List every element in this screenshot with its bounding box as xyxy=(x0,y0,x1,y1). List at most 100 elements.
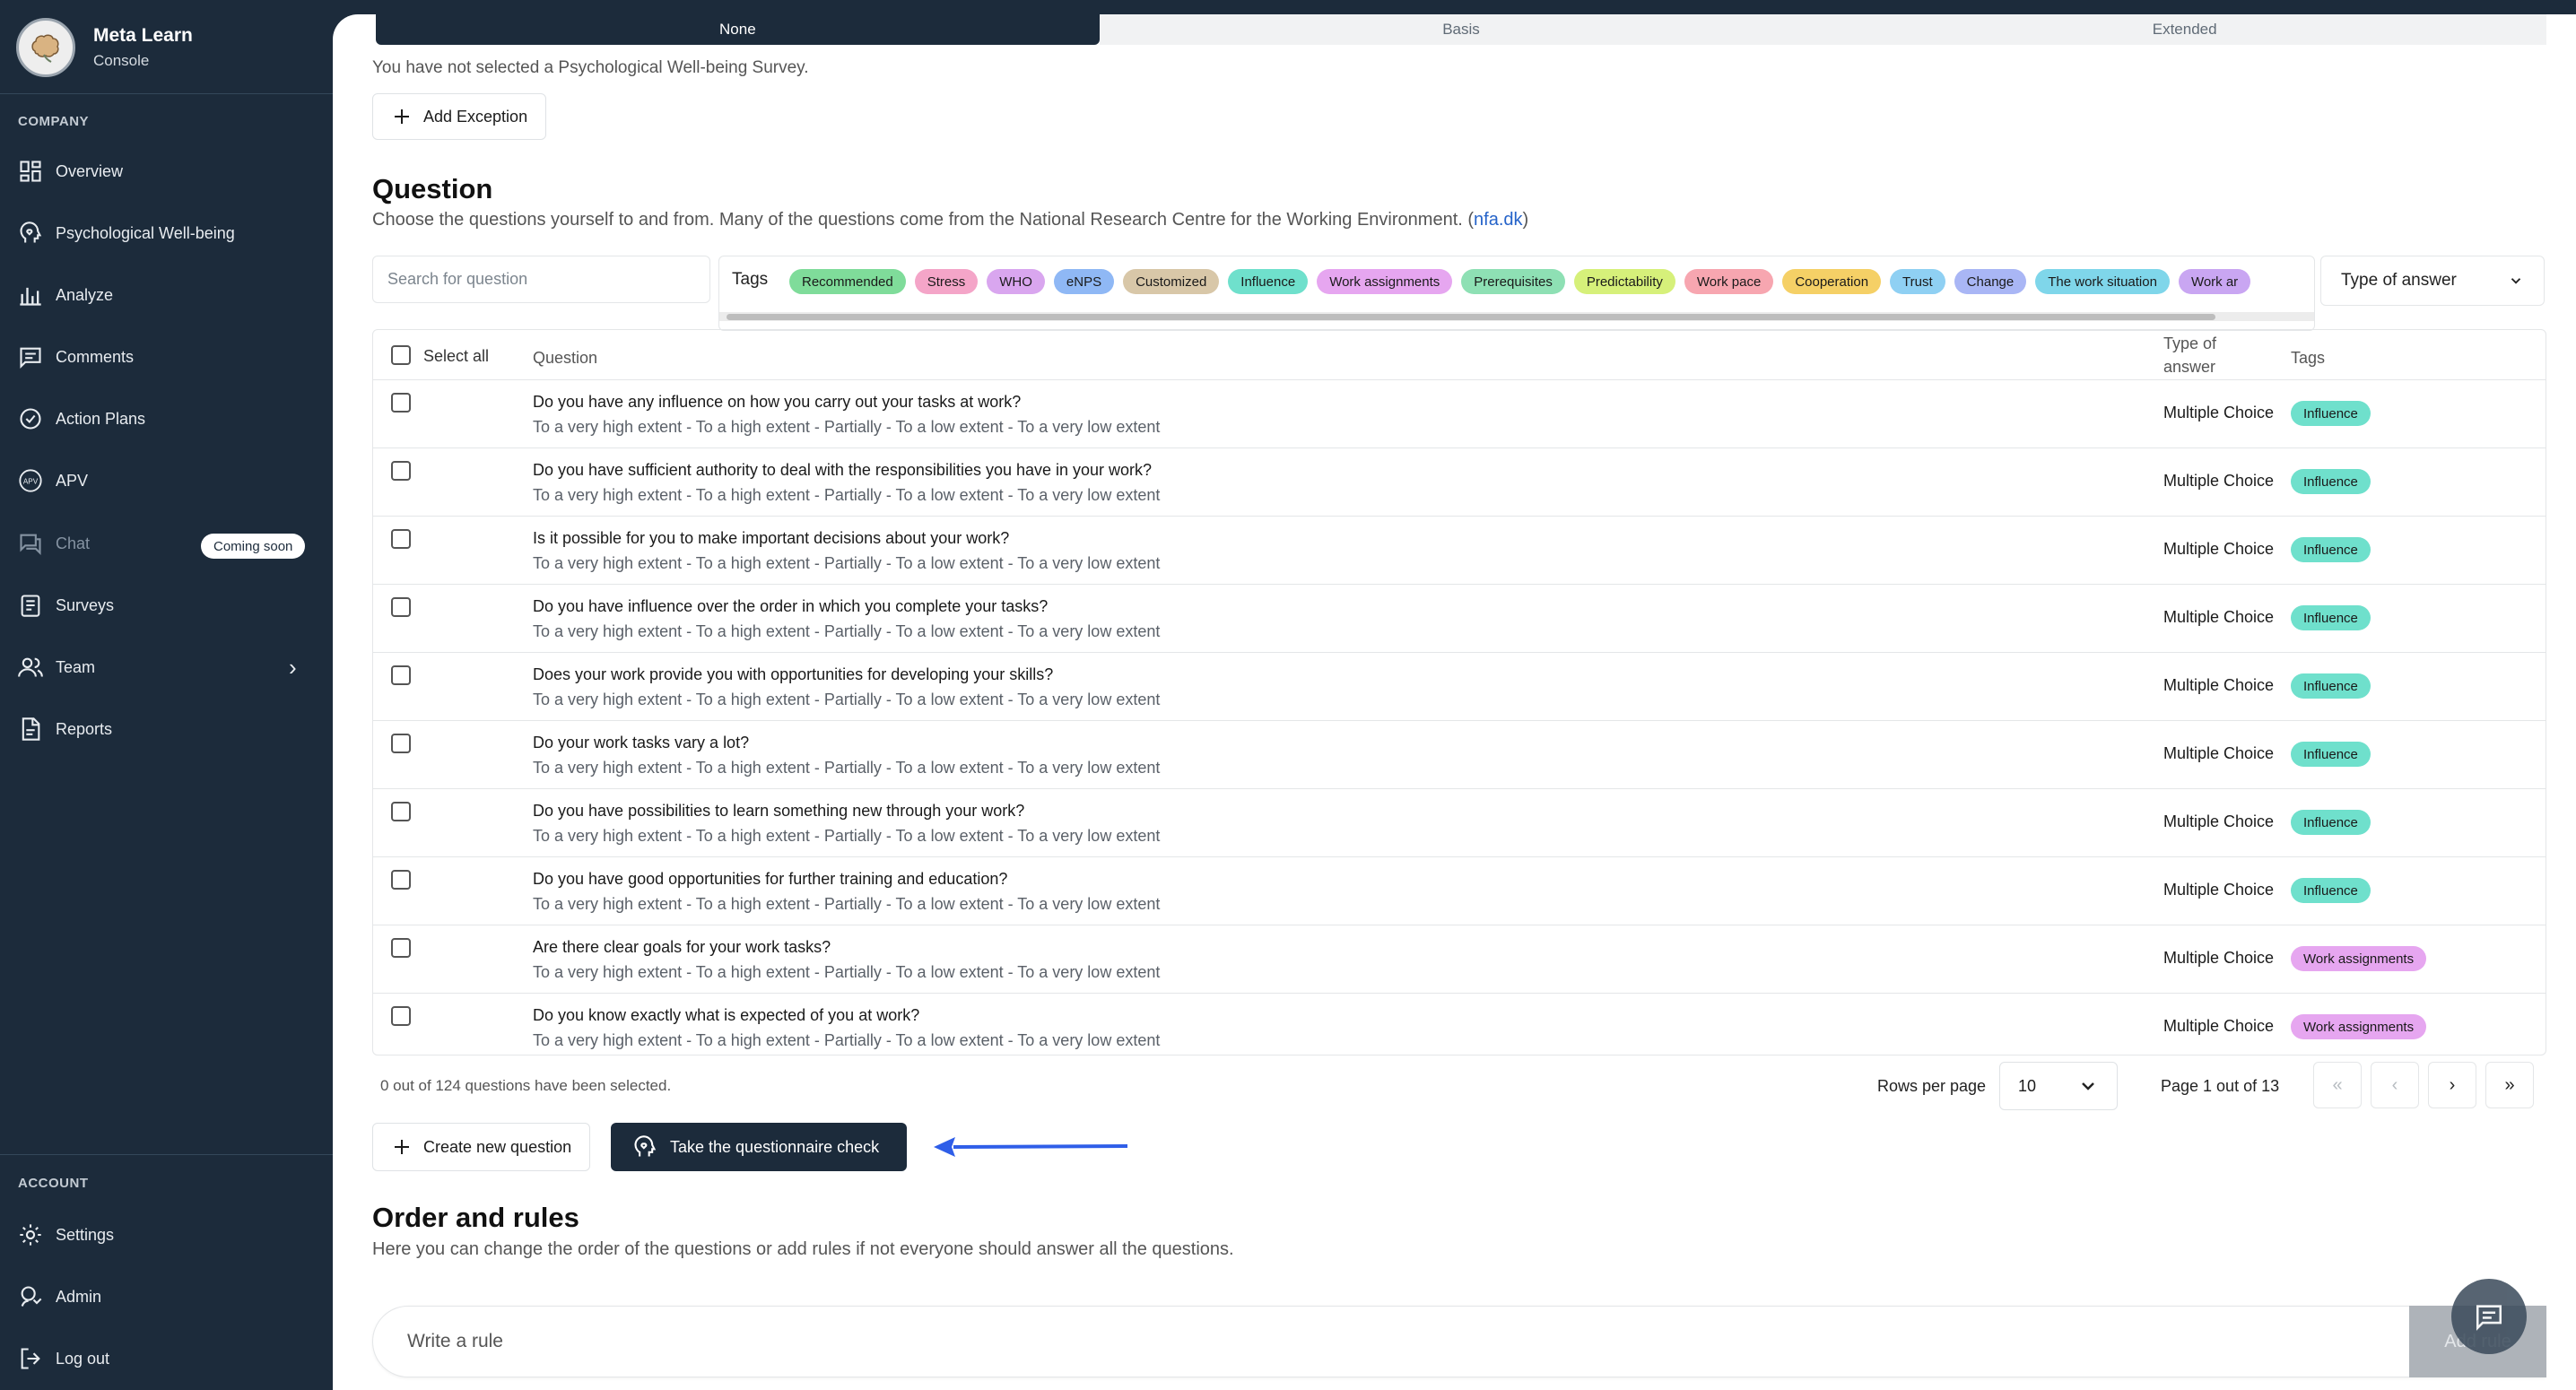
answer-type: Multiple Choice xyxy=(2163,744,2275,762)
survey-option-none[interactable]: None xyxy=(376,14,1100,45)
tag-filter-chip[interactable]: Customized xyxy=(1123,269,1220,294)
create-question-button[interactable]: Create new question xyxy=(372,1123,591,1171)
chevron-down-icon xyxy=(2082,1082,2094,1090)
question-text: Do you know exactly what is expected of … xyxy=(533,1006,920,1024)
row-checkbox[interactable] xyxy=(391,802,411,821)
sidebar-item-team[interactable]: Team › xyxy=(18,649,314,685)
table-header: Select all Question Type of answer Tags xyxy=(373,330,2546,380)
tag-filter-chip[interactable]: Trust xyxy=(1890,269,1945,294)
table-row[interactable]: Do your work tasks vary a lot? To a very … xyxy=(373,721,2546,789)
sidebar-item-reports[interactable]: Reports xyxy=(18,711,314,747)
rows-per-page-select[interactable]: 10 xyxy=(1999,1062,2118,1110)
company-section-label: COMPANY xyxy=(18,114,90,129)
answer-options: To a very high extent - To a high extent… xyxy=(533,486,1161,504)
tag-filter-chip[interactable]: Work ar xyxy=(2178,269,2251,294)
tag-filter-chip[interactable]: Prerequisites xyxy=(1461,269,1565,294)
row-checkbox[interactable] xyxy=(391,461,411,481)
row-checkbox[interactable] xyxy=(391,938,411,958)
table-row[interactable]: Do you have good opportunities for furth… xyxy=(373,857,2546,925)
sidebar-item-surveys[interactable]: Surveys xyxy=(18,587,314,623)
sidebar-item-overview[interactable]: Overview xyxy=(18,153,314,189)
select-all-checkbox[interactable] xyxy=(391,345,411,365)
row-checkbox[interactable] xyxy=(391,1006,411,1026)
sidebar-item-analyze[interactable]: Analyze xyxy=(18,277,314,313)
svg-text:APV: APV xyxy=(23,478,39,486)
type-of-answer-column-header: Type of answer xyxy=(2163,334,2217,376)
add-exception-button[interactable]: Add Exception xyxy=(372,93,547,140)
next-page-button[interactable]: › xyxy=(2428,1062,2476,1108)
row-tag: Influence xyxy=(2291,401,2371,426)
type-of-answer-select[interactable]: Type of answer xyxy=(2320,256,2545,306)
question-text: Do you have influence over the order in … xyxy=(533,597,1049,615)
questionnaire-check-button[interactable]: Take the questionnaire check xyxy=(611,1123,907,1171)
tag-filter-chip[interactable]: eNPS xyxy=(1053,269,1115,294)
search-question-input[interactable]: Search for question xyxy=(372,256,710,303)
nfa-link[interactable]: nfa.dk xyxy=(1474,210,1522,230)
table-row[interactable]: Do you know exactly what is expected of … xyxy=(373,994,2546,1055)
tag-filter-chip[interactable]: Stress xyxy=(914,269,979,294)
row-checkbox[interactable] xyxy=(391,870,411,890)
tag-filter-chip[interactable]: Work assignments xyxy=(1317,269,1453,294)
sidebar-item-settings[interactable]: Settings xyxy=(18,1217,314,1253)
table-row[interactable]: Do you have influence over the order in … xyxy=(373,585,2546,653)
question-section-title: Question xyxy=(372,173,493,204)
answer-options: To a very high extent - To a high extent… xyxy=(533,759,1161,777)
tags-column-header: Tags xyxy=(2291,349,2326,367)
selected-count: 0 out of 124 questions have been selecte… xyxy=(380,1077,672,1094)
tag-filter-chip[interactable]: Cooperation xyxy=(1782,269,1882,294)
tag-filter-chip[interactable]: Change xyxy=(1954,269,2027,294)
sidebar-item-admin[interactable]: Admin xyxy=(18,1279,314,1315)
row-checkbox[interactable] xyxy=(391,393,411,413)
table-row[interactable]: Are there clear goals for your work task… xyxy=(373,925,2546,994)
first-page-button[interactable]: « xyxy=(2313,1062,2362,1108)
sidebar-item-label: Surveys xyxy=(56,595,115,614)
scrollbar-thumb[interactable] xyxy=(727,314,2215,320)
tag-filter-chip[interactable]: WHO xyxy=(987,269,1045,294)
answer-type: Multiple Choice xyxy=(2163,881,2275,899)
sidebar-item-action-plans[interactable]: Action Plans xyxy=(18,401,314,437)
table-row[interactable]: Do you have possibilities to learn somet… xyxy=(373,789,2546,857)
row-checkbox[interactable] xyxy=(391,597,411,617)
answer-type: Multiple Choice xyxy=(2163,472,2275,490)
last-page-button[interactable]: » xyxy=(2485,1062,2534,1108)
plus-icon xyxy=(395,1140,409,1154)
table-row[interactable]: Does your work provide you with opportun… xyxy=(373,653,2546,721)
question-text: Do you have possibilities to learn somet… xyxy=(533,802,1025,820)
page-indicator: Page 1 out of 13 xyxy=(2161,1077,2280,1095)
sidebar-item-label: Comments xyxy=(56,347,135,366)
question-text: Does your work provide you with opportun… xyxy=(533,665,1054,683)
logout-icon xyxy=(21,1348,40,1369)
tag-filter-chip[interactable]: The work situation xyxy=(2035,269,2170,294)
tag-filter-chip[interactable]: Work pace xyxy=(1684,269,1774,294)
sidebar-item-label: Overview xyxy=(56,161,124,180)
tag-filter-chip[interactable]: Recommended xyxy=(789,269,906,294)
row-checkbox[interactable] xyxy=(391,734,411,753)
previous-page-button[interactable]: ‹ xyxy=(2371,1062,2419,1108)
tags-filter: Tags Recommended Stress WHO eNPS Customized I… xyxy=(718,256,2315,331)
sidebar-item-label: Chat xyxy=(56,534,91,552)
table-row[interactable]: Is it possible for you to make important… xyxy=(373,517,2546,585)
chat-fab-button[interactable] xyxy=(2451,1279,2527,1354)
tag-filter-chip[interactable]: Predictability xyxy=(1573,269,1675,294)
survey-option-extended[interactable]: Extended xyxy=(1823,14,2547,45)
rule-input[interactable]: Write a rule xyxy=(372,1306,2546,1377)
survey-option-basis[interactable]: Basis xyxy=(1099,14,1823,45)
search-placeholder: Search for question xyxy=(387,270,528,288)
tags-label: Tags xyxy=(732,270,769,289)
row-checkbox[interactable] xyxy=(391,665,411,685)
sidebar-item-psychological-well-being[interactable]: Psychological Well-being xyxy=(18,215,314,251)
sidebar-item-apv[interactable]: APV APV xyxy=(18,463,314,499)
sidebar-item-comments[interactable]: Comments xyxy=(18,339,314,375)
table-row[interactable]: Do you have sufficient authority to deal… xyxy=(373,448,2546,517)
chevron-right-icon[interactable]: › xyxy=(289,654,297,682)
row-checkbox[interactable] xyxy=(391,529,411,549)
tags-scrollbar[interactable] xyxy=(719,312,2314,321)
answer-options: To a very high extent - To a high extent… xyxy=(533,827,1161,845)
brand[interactable]: Meta Learn Console xyxy=(16,13,193,83)
answer-type: Multiple Choice xyxy=(2163,676,2275,694)
sidebar-item-logout[interactable]: Log out xyxy=(18,1341,314,1377)
table-row[interactable]: Do you have any influence on how you car… xyxy=(373,380,2546,448)
message-icon xyxy=(2476,1305,2502,1331)
answer-type: Multiple Choice xyxy=(2163,404,2275,421)
tag-filter-chip[interactable]: Influence xyxy=(1228,269,1309,294)
